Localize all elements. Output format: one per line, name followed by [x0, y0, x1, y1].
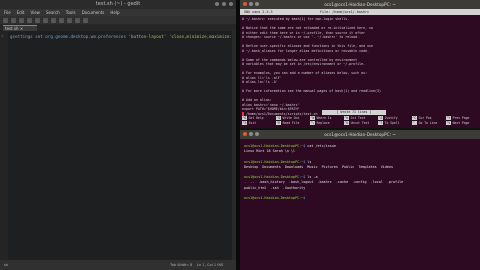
menu-documents[interactable]: Documents — [82, 9, 105, 16]
menu-tools[interactable]: Tools — [66, 9, 76, 16]
cursor-position: Ln 1, Col 1 INS — [197, 263, 224, 267]
tab-width[interactable]: Tab Width: 8 — [170, 260, 192, 270]
terminal-title: ocs1@ocs1-Haidian-DesktopPC: ~ — [324, 2, 396, 7]
code-value: 'close,minimize,maximize:' — [168, 34, 235, 39]
line-number: 1 — [1, 34, 4, 38]
terminal-output[interactable]: ocs1@ocs1-Haidian-DesktopPC:~$ cat /etc/… — [244, 144, 476, 201]
shortcut-uncut-text[interactable]: ^U Uncut Text — [344, 121, 369, 125]
terminal-window-controls — [243, 2, 259, 6]
terminal-title-bar: ocs1@ocs1-Haidian-DesktopPC: ~ — [240, 130, 480, 139]
document-tab[interactable]: test.sh × — [3, 25, 37, 31]
terminal-window-controls — [243, 132, 259, 136]
shortcut-justify[interactable]: ^J Justify — [378, 116, 398, 120]
redo-icon[interactable] — [43, 17, 48, 23]
menu-file[interactable]: File — [4, 9, 11, 16]
cut-icon[interactable] — [51, 17, 56, 23]
minimize-icon[interactable] — [249, 2, 253, 6]
shortcut-replace[interactable]: ^\ Replace — [310, 121, 330, 125]
nano-filename: File: /home/ocs1/.bashrc — [320, 10, 369, 14]
open-icon[interactable] — [11, 17, 16, 23]
close-icon[interactable] — [229, 2, 233, 6]
menu-edit[interactable]: Edit — [17, 9, 25, 16]
shortcut-exit[interactable]: ^X Exit — [242, 121, 256, 125]
shortcut-prev-page[interactable]: ^Y Prev Page — [446, 116, 469, 120]
shortcut-where-is[interactable]: ^W Where Is — [310, 116, 332, 120]
nano-status-message: [ Wrote 71 lines ] — [322, 110, 386, 115]
undo-icon[interactable] — [35, 17, 40, 23]
close-icon[interactable] — [243, 132, 247, 136]
paste-icon[interactable] — [67, 17, 72, 23]
editor-menu-bar: File Edit View Search Tools Documents He… — [0, 9, 236, 16]
shortcut-get-help[interactable]: ^G Get Help — [242, 116, 264, 120]
minimize-icon[interactable] — [215, 2, 219, 6]
editor-status-bar: sh Tab Width: 8 Ln 1, Col 1 INS — [0, 260, 236, 270]
print-icon[interactable] — [27, 17, 32, 23]
shortcut-cur-pos[interactable]: ^C Cur Pos — [412, 116, 432, 120]
line-number-gutter: 1 — [0, 31, 8, 260]
save-icon[interactable] — [19, 17, 24, 23]
menu-view[interactable]: View — [30, 9, 40, 16]
maximize-icon[interactable] — [222, 2, 226, 6]
nano-text-area[interactable]: # ~/.bashrc: executed by bash(1) for non… — [242, 17, 478, 116]
shortcut-go-to-line[interactable]: ^_ Go To Line — [412, 121, 437, 125]
nano-header: GNU nano 2.5.3 File: /home/ocs1/.bashrc — [240, 9, 480, 15]
editor-window-controls — [215, 2, 233, 6]
code-command: gsettings set org.gnome.desktop.wm.prefe… — [10, 34, 126, 39]
replace-icon[interactable] — [83, 17, 88, 23]
language-mode[interactable]: sh — [4, 260, 8, 270]
menu-help[interactable]: Help — [110, 9, 119, 16]
maximize-icon[interactable] — [255, 132, 259, 136]
prompt-line: ocs1@ocs1-Haidian-DesktopPC:~$ — [244, 195, 306, 200]
new-document-icon[interactable] — [3, 17, 8, 23]
editor-title-bar: test.sh (~) - gedit — [0, 0, 236, 9]
terminal-title: ocs1@ocs1-Haidian-DesktopPC: ~ — [324, 132, 396, 137]
minimize-icon[interactable] — [249, 132, 253, 136]
copy-icon[interactable] — [59, 17, 64, 23]
shortcut-cut-text[interactable]: ^K Cut Text — [344, 116, 366, 120]
text-editor-window: test.sh (~) - gedit File Edit View Searc… — [0, 0, 236, 270]
terminal-shell-window[interactable]: ocs1@ocs1-Haidian-DesktopPC: ~ ocs1@ocs1… — [240, 130, 480, 270]
code-line[interactable]: gsettings set org.gnome.desktop.wm.prefe… — [10, 34, 234, 39]
menu-search[interactable]: Search — [46, 9, 60, 16]
shortcut-read-file[interactable]: ^R Read File — [276, 121, 299, 125]
shortcut-write-out[interactable]: ^O Write Out — [276, 116, 299, 120]
find-icon[interactable] — [75, 17, 80, 23]
editor-toolbar — [0, 16, 236, 24]
nano-shortcut-bar: ^G Get Help ^O Write Out ^W Where Is ^K … — [242, 116, 478, 127]
maximize-icon[interactable] — [255, 2, 259, 6]
editor-title: test.sh (~) - gedit — [95, 1, 141, 7]
code-string: 'button-layout' — [128, 34, 167, 39]
terminal-nano-window[interactable]: ocs1@ocs1-Haidian-DesktopPC: ~ GNU nano … — [240, 0, 480, 128]
shortcut-to-spell[interactable]: ^T To Spell — [378, 121, 400, 125]
terminal-title-bar: ocs1@ocs1-Haidian-DesktopPC: ~ — [240, 0, 480, 9]
shortcut-next-page[interactable]: ^V Next Page — [446, 121, 469, 125]
nano-version: GNU nano 2.5.3 — [244, 10, 273, 14]
close-icon[interactable] — [243, 2, 247, 6]
